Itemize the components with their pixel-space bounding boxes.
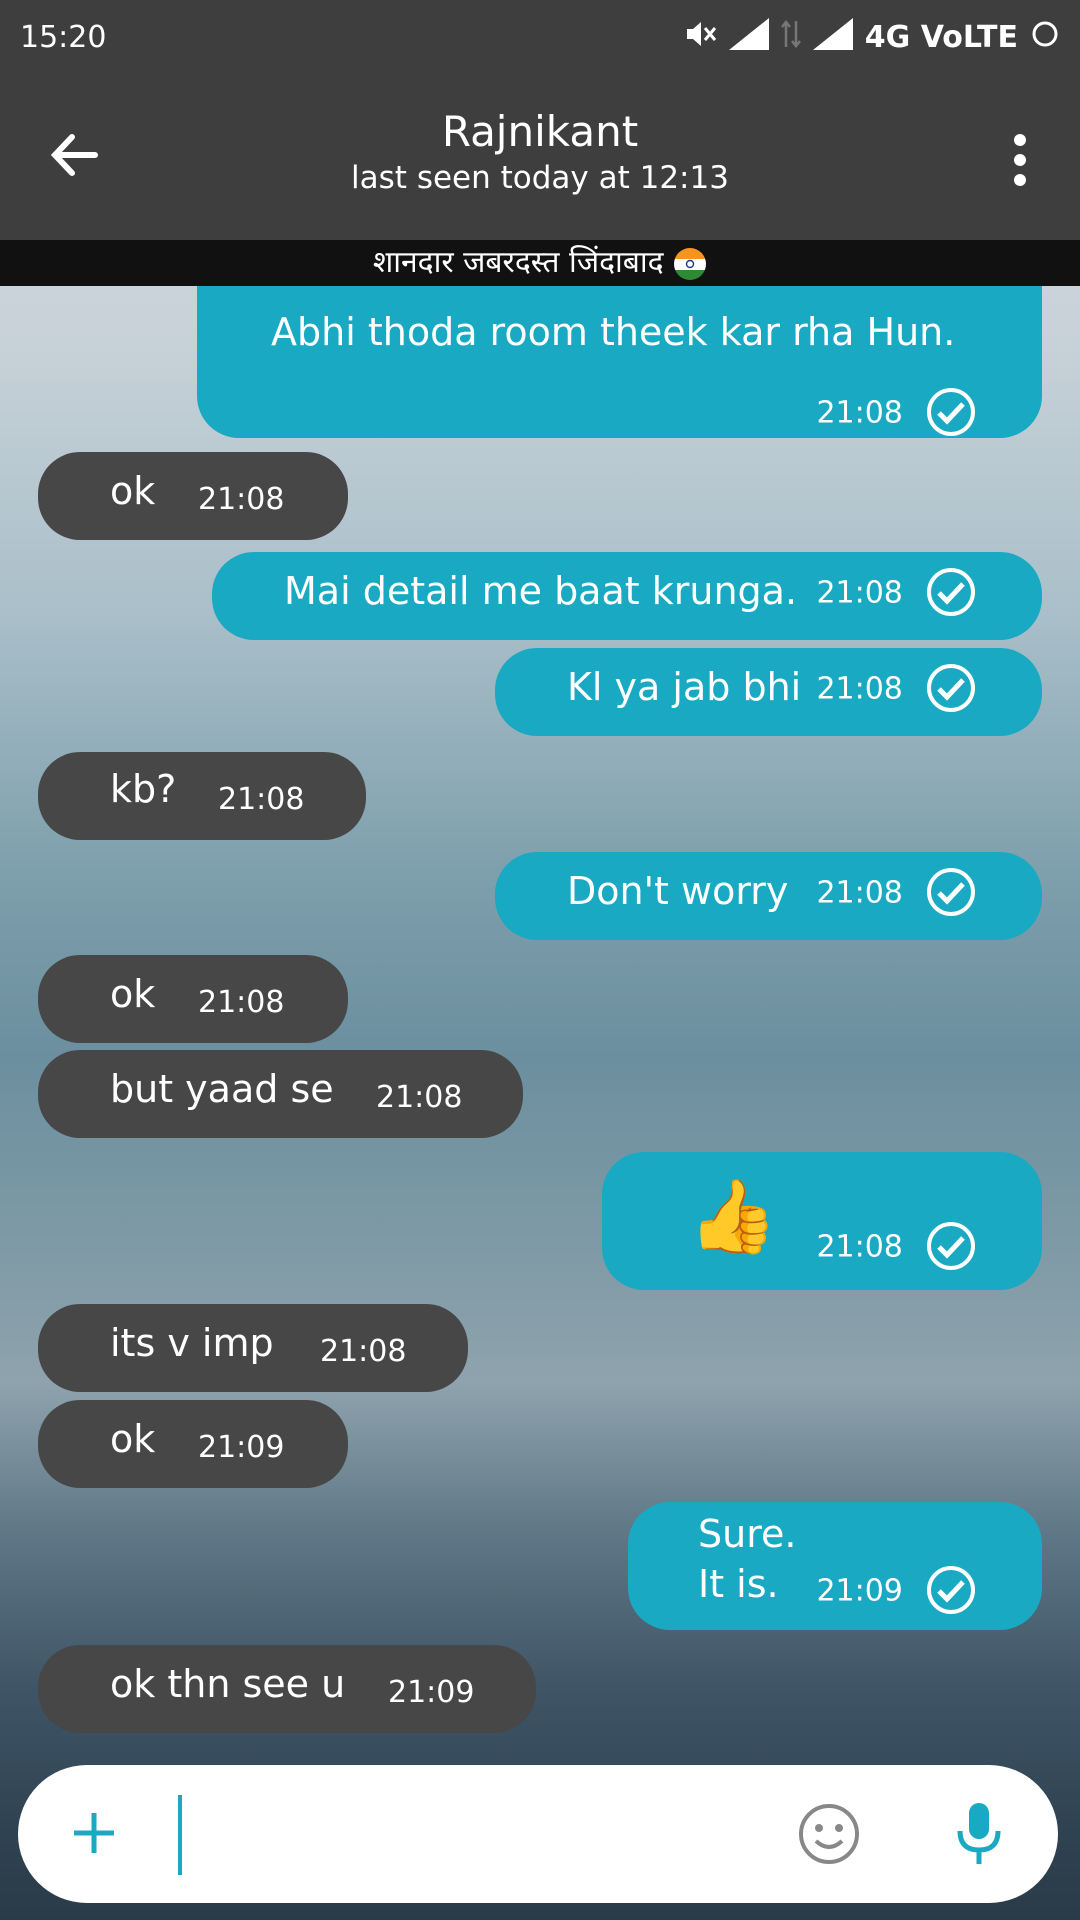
- contact-name: Rajnikant: [441, 107, 639, 156]
- more-options-button[interactable]: [1000, 130, 1040, 190]
- status-icons: 4G VoLTE: [683, 17, 1060, 58]
- data-arrows-icon: [780, 19, 801, 57]
- message-bubble-incoming[interactable]: but yaad se 21:08: [38, 1050, 523, 1138]
- message-bubble-outgoing[interactable]: Don't worry 21:08: [495, 852, 1042, 940]
- message-bubble-incoming[interactable]: ok thn see u 21:09: [38, 1645, 536, 1733]
- message-input[interactable]: [178, 1795, 806, 1875]
- message-bubble-outgoing[interactable]: Kl ya jab bhi 21:08: [495, 648, 1042, 736]
- emoji-icon: [799, 1804, 859, 1864]
- message-text: ok thn see u: [110, 1662, 346, 1706]
- message-text: Don't worry: [567, 869, 789, 913]
- more-vert-icon: [1014, 134, 1026, 186]
- thumbs-up-emoji: 👍: [688, 1174, 778, 1258]
- message-meta: 21:09: [816, 1564, 977, 1616]
- message-text-line2: It is.: [698, 1562, 779, 1606]
- read-tick-icon: [927, 388, 975, 436]
- message-time: 21:08: [320, 1334, 407, 1369]
- message-time: 21:08: [816, 875, 903, 911]
- message-composer: [18, 1765, 1058, 1903]
- message-text: ok: [110, 469, 156, 513]
- signal-icon-2: [812, 17, 853, 58]
- last-seen: last seen today at 12:13: [351, 160, 729, 196]
- message-text: but yaad se: [110, 1067, 334, 1111]
- status-bar: 15:20 4G VoLTE: [0, 0, 1080, 75]
- message-text: ok: [110, 1417, 156, 1461]
- signal-icon: [728, 17, 769, 58]
- message-bubble-outgoing[interactable]: Sure. It is. 21:09: [628, 1502, 1042, 1630]
- message-bubble-incoming[interactable]: kb? 21:08: [38, 752, 366, 840]
- message-bubble-incoming[interactable]: ok 21:08: [38, 955, 348, 1043]
- message-time: 21:08: [198, 985, 285, 1020]
- status-time: 15:20: [20, 20, 107, 55]
- read-tick-icon: [927, 868, 975, 916]
- message-bubble-outgoing[interactable]: Abhi thoda room theek kar rha Hun. 21:08: [197, 286, 1042, 438]
- banner-text: शानदार जबरदस्त जिंदाबाद: [372, 245, 664, 280]
- message-meta: 21:08: [816, 866, 977, 918]
- message-time: 21:08: [376, 1080, 463, 1115]
- message-time: 21:09: [388, 1675, 475, 1710]
- add-icon: [74, 1813, 114, 1853]
- message-text: Mai detail me baat krunga.: [284, 569, 798, 613]
- mic-icon: [957, 1803, 1001, 1864]
- message-time: 21:08: [816, 1229, 903, 1265]
- network-label: 4G VoLTE: [864, 20, 1018, 55]
- message-bubble-incoming[interactable]: ok 21:08: [38, 452, 348, 540]
- message-bubble-outgoing[interactable]: 👍 21:08: [602, 1152, 1042, 1290]
- message-time: 21:09: [198, 1430, 285, 1465]
- india-flag-icon: [674, 247, 707, 280]
- add-attachment-button[interactable]: [66, 1805, 122, 1865]
- emoji-button[interactable]: [796, 1801, 862, 1871]
- message-text: kb?: [110, 767, 177, 811]
- message-meta: 21:08: [816, 1220, 977, 1272]
- message-time: 21:08: [218, 782, 305, 817]
- message-text: Abhi thoda room theek kar rha Hun.: [271, 310, 956, 354]
- chat-header: Rajnikant last seen today at 12:13: [0, 75, 1080, 240]
- message-bubble-incoming[interactable]: its v imp 21:08: [38, 1304, 468, 1392]
- message-time: 21:08: [816, 575, 903, 611]
- status-banner: शानदार जबरदस्त जिंदाबाद: [0, 240, 1080, 286]
- message-meta: 21:08: [816, 566, 977, 618]
- read-tick-icon: [927, 1222, 975, 1270]
- message-text: Kl ya jab bhi: [567, 665, 802, 709]
- message-meta: 21:08: [816, 662, 977, 714]
- read-tick-icon: [927, 1566, 975, 1614]
- read-tick-icon: [927, 664, 975, 712]
- contact-info[interactable]: Rajnikant last seen today at 12:13: [0, 107, 1080, 196]
- sync-icon: [1030, 19, 1060, 57]
- message-text: Sure.: [698, 1512, 797, 1556]
- message-text: ok: [110, 972, 156, 1016]
- mute-icon: [683, 19, 717, 57]
- message-text: its v imp: [110, 1321, 274, 1365]
- message-time: 21:08: [198, 482, 285, 517]
- voice-record-button[interactable]: [954, 1799, 1004, 1873]
- message-time: 21:09: [816, 1573, 903, 1609]
- message-bubble-incoming[interactable]: ok 21:09: [38, 1400, 348, 1488]
- message-meta: 21:08: [816, 386, 977, 438]
- read-tick-icon: [927, 568, 975, 616]
- message-time: 21:08: [816, 395, 903, 431]
- message-time: 21:08: [816, 671, 903, 707]
- message-bubble-outgoing[interactable]: Mai detail me baat krunga. 21:08: [212, 552, 1042, 640]
